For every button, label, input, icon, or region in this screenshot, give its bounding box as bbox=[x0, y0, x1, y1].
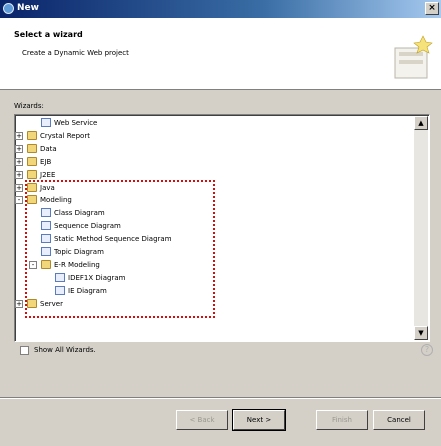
collapse-icon[interactable]: - bbox=[15, 196, 23, 205]
wizards-label: Wizards: bbox=[14, 102, 44, 110]
wizard-header: Select a wizard Create a Dynamic Web pro… bbox=[0, 18, 441, 90]
tree-item[interactable]: + EJB bbox=[15, 156, 413, 168]
expand-icon[interactable]: + bbox=[15, 170, 23, 179]
header-title: Select a wizard bbox=[14, 30, 83, 39]
tree-item-label: Web Service bbox=[54, 119, 98, 127]
scroll-up-button[interactable]: ▲ bbox=[414, 116, 428, 130]
folder-icon bbox=[27, 156, 37, 166]
help-icon[interactable]: ? bbox=[421, 344, 433, 356]
eclipse-icon bbox=[3, 3, 14, 14]
folder-icon bbox=[27, 143, 37, 153]
window-title: New bbox=[17, 3, 39, 13]
scroll-down-button[interactable]: ▼ bbox=[414, 326, 428, 340]
tree-item-label: Data bbox=[40, 144, 57, 153]
tree-item-label: Crystal Report bbox=[40, 131, 90, 140]
button-bar-divider bbox=[0, 397, 441, 399]
close-button[interactable]: × bbox=[425, 2, 439, 15]
header-description: Create a Dynamic Web project bbox=[22, 49, 129, 57]
expand-icon[interactable]: + bbox=[15, 157, 23, 166]
folder-icon bbox=[27, 169, 37, 179]
expand-icon[interactable]: + bbox=[15, 183, 23, 192]
annotation-highlight-box bbox=[25, 180, 215, 318]
tree-item-label: J2EE bbox=[40, 170, 56, 179]
back-button[interactable]: < Back bbox=[176, 410, 228, 430]
expand-icon[interactable]: + bbox=[15, 131, 23, 140]
expand-icon[interactable]: + bbox=[15, 299, 23, 308]
expand-icon[interactable]: + bbox=[15, 144, 23, 153]
next-button[interactable]: Next > bbox=[232, 409, 286, 431]
web-service-icon bbox=[41, 118, 51, 127]
tree-item[interactable]: + Data bbox=[15, 143, 413, 155]
show-all-wizards-label: Show All Wizards. bbox=[34, 346, 96, 354]
checkbox-box[interactable] bbox=[20, 346, 29, 355]
tree-item[interactable]: Web Service bbox=[15, 117, 413, 129]
vertical-scrollbar[interactable]: ▲ ▼ bbox=[414, 116, 428, 340]
tree-item-label: EJB bbox=[40, 157, 52, 166]
tree-item[interactable]: + Crystal Report bbox=[15, 130, 413, 142]
folder-icon bbox=[27, 130, 37, 140]
title-bar: New × bbox=[0, 0, 441, 18]
wizard-banner-icon bbox=[394, 35, 433, 79]
tree-item[interactable]: + J2EE bbox=[15, 169, 413, 181]
finish-button[interactable]: Finish bbox=[316, 410, 368, 430]
cancel-button[interactable]: Cancel bbox=[373, 410, 425, 430]
